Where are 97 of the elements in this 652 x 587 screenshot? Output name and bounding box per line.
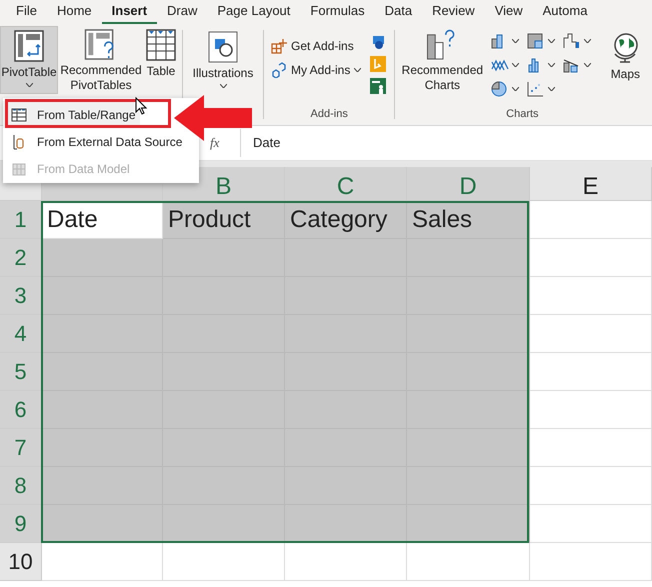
ribbon-tab[interactable]: Review	[422, 0, 485, 24]
row-header[interactable]: 9	[0, 505, 42, 543]
ribbon-tab[interactable]: Automa	[532, 0, 598, 24]
table-cell[interactable]	[530, 467, 652, 505]
table-cell[interactable]	[42, 467, 163, 505]
my-add-ins-button[interactable]: My Add-ins	[268, 62, 364, 78]
table-cell[interactable]	[285, 505, 407, 543]
table-button[interactable]: Table	[144, 26, 178, 96]
row-header[interactable]: 5	[0, 353, 42, 391]
hierarchy-chart-icon[interactable]	[527, 33, 546, 49]
table-cell[interactable]	[530, 239, 652, 277]
menu-item[interactable]: From External Data Source	[3, 128, 186, 155]
insert-function-label[interactable]: fx	[210, 135, 232, 151]
table-cell[interactable]	[407, 429, 530, 467]
ribbon-tab[interactable]: Draw	[157, 0, 208, 24]
data-cube-icon	[11, 160, 27, 176]
row-header[interactable]: 2	[0, 239, 42, 277]
table-cell[interactable]	[42, 277, 163, 315]
pie-chart-icon[interactable]	[491, 81, 510, 97]
table-cell[interactable]	[407, 467, 530, 505]
table-cell[interactable]	[163, 505, 285, 543]
table-cell[interactable]	[530, 429, 652, 467]
recommended-pivottables-button[interactable]: Recommended PivotTables	[58, 26, 144, 96]
row-header[interactable]: 3	[0, 277, 42, 315]
table-cell[interactable]	[407, 543, 530, 581]
table-cell[interactable]: Category	[285, 201, 407, 239]
table-cell[interactable]	[530, 505, 652, 543]
pivottable-button[interactable]: PivotTable	[0, 26, 58, 94]
row-header[interactable]: 4	[0, 315, 42, 353]
table-cell[interactable]: Product	[163, 201, 285, 239]
table-cell[interactable]	[407, 391, 530, 429]
column-header[interactable]: C	[285, 167, 407, 201]
hexagon-shapes-icon	[271, 62, 287, 78]
table-cell[interactable]	[42, 505, 163, 543]
table-cell[interactable]	[530, 277, 652, 315]
table-cell[interactable]	[163, 239, 285, 277]
table-icon	[11, 106, 27, 122]
table-cell[interactable]	[530, 391, 652, 429]
scatter-chart-icon[interactable]	[527, 81, 546, 97]
column-header[interactable]: D	[407, 167, 530, 201]
row-header[interactable]: 6	[0, 391, 42, 429]
ribbon-tab[interactable]: Page Layout	[207, 0, 300, 24]
table-cell[interactable]	[530, 543, 652, 581]
table-cell[interactable]	[42, 429, 163, 467]
ribbon-tab[interactable]: File	[6, 0, 47, 24]
maps-button[interactable]: Maps	[605, 26, 646, 96]
row-header[interactable]: 7	[0, 429, 42, 467]
ribbon-tab[interactable]: Data	[374, 0, 422, 24]
recommended-charts-button[interactable]: Recommended Charts	[399, 26, 486, 96]
caret-icon	[354, 68, 362, 72]
illustrations-button[interactable]: Illustrations	[187, 26, 259, 96]
row-header[interactable]: 8	[0, 467, 42, 505]
people-graph-app-icon[interactable]	[370, 78, 386, 94]
ribbon-tab[interactable]: Home	[46, 0, 102, 24]
table-cell[interactable]	[163, 543, 285, 581]
caret-icon	[548, 39, 556, 43]
column-header[interactable]: E	[530, 167, 652, 201]
table-cell[interactable]	[407, 277, 530, 315]
table-cell[interactable]	[285, 543, 407, 581]
bing-app-icon[interactable]	[370, 56, 386, 72]
line-chart-icon[interactable]	[491, 57, 510, 73]
shapes-icon	[208, 31, 238, 63]
group-label: Charts	[505, 108, 540, 122]
caret-icon	[512, 63, 520, 67]
table-cell[interactable]	[42, 391, 163, 429]
add-ins-grid-icon	[271, 38, 287, 54]
caret-icon	[584, 39, 592, 43]
table-cell[interactable]	[530, 353, 652, 391]
table-cell[interactable]	[530, 201, 652, 239]
visio-app-icon[interactable]	[370, 34, 386, 50]
table-cell[interactable]: Sales	[407, 201, 530, 239]
caret-icon	[548, 63, 556, 67]
caret-icon	[512, 39, 520, 43]
caret-icon	[220, 84, 226, 88]
pivot-table-icon	[14, 30, 44, 62]
get-add-ins-button[interactable]: Get Add-ins	[268, 38, 364, 54]
table-cell[interactable]	[407, 353, 530, 391]
table-icon	[146, 29, 176, 61]
table-cell[interactable]	[407, 505, 530, 543]
row-header[interactable]: 10	[0, 543, 42, 581]
table-cell[interactable]	[530, 315, 652, 353]
table-cell[interactable]	[407, 239, 530, 277]
formula-input[interactable]: Date	[240, 129, 652, 157]
waterfall-chart-icon[interactable]	[563, 33, 582, 49]
ribbon-tab[interactable]: View	[484, 0, 533, 24]
table-cell[interactable]	[42, 315, 163, 353]
caret-icon	[548, 87, 556, 91]
ribbon-tab[interactable]: Formulas	[300, 0, 375, 24]
table-cell[interactable]	[42, 543, 163, 581]
row-header[interactable]: 1	[0, 201, 42, 239]
table-cell[interactable]	[42, 239, 163, 277]
caret-icon	[512, 87, 520, 91]
caret-icon	[584, 63, 592, 67]
caret-icon	[26, 83, 32, 87]
table-cell[interactable]	[42, 353, 163, 391]
group-label: Add-ins	[310, 108, 349, 122]
table-cell[interactable]	[407, 315, 530, 353]
